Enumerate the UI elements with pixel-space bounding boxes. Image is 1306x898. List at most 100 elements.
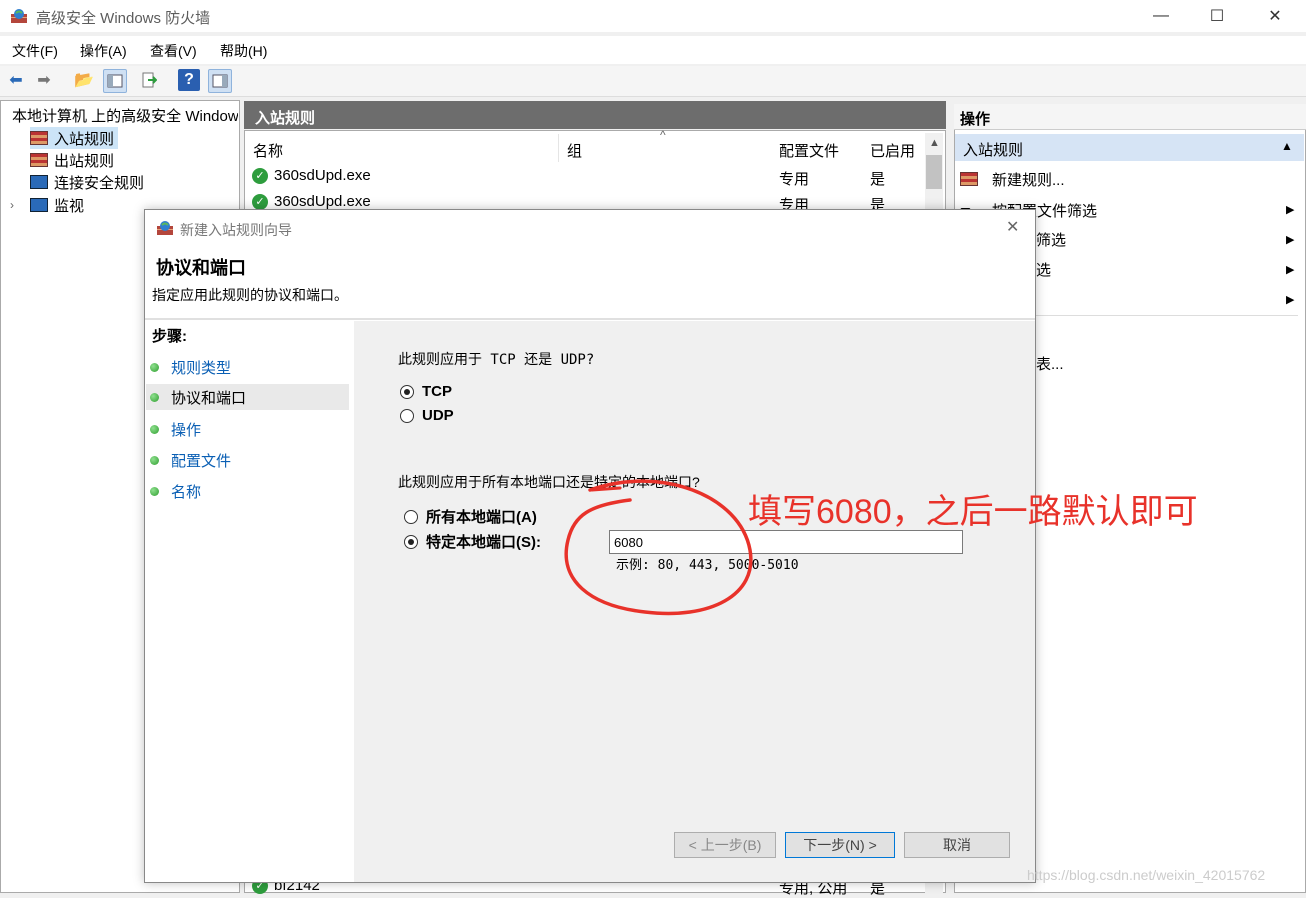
radio-all-ports-label: 所有本地端口(A) bbox=[426, 509, 537, 526]
dialog-close-icon[interactable]: ✕ bbox=[1006, 217, 1019, 237]
step-dot-icon bbox=[150, 392, 159, 402]
column-header-enabled[interactable]: 已启用 bbox=[870, 140, 915, 161]
step-label: 操作 bbox=[171, 421, 202, 439]
radio-selected-icon[interactable] bbox=[400, 384, 414, 399]
step-dot-icon bbox=[150, 455, 159, 465]
menu-view[interactable]: 查看(V) bbox=[150, 41, 197, 61]
window-title: 高级安全 Windows 防火墙 bbox=[36, 10, 211, 27]
show-hide-tree-icon[interactable] bbox=[103, 69, 127, 93]
new-rule-icon bbox=[960, 172, 978, 186]
rule-profile: 专用 bbox=[779, 171, 810, 188]
radio-udp-label: UDP bbox=[422, 407, 454, 424]
action-export-list-fragment[interactable]: 表... bbox=[1036, 353, 1064, 374]
menu-bar: 文件(F) 操作(A) 查看(V) 帮助(H) bbox=[0, 36, 1306, 64]
tree-item-inbound-rules[interactable]: 入站规则 bbox=[30, 127, 119, 149]
step-label: 名称 bbox=[171, 483, 202, 501]
step-rule-type[interactable]: 规则类型 bbox=[150, 354, 231, 380]
radio-selected-icon[interactable] bbox=[404, 534, 418, 549]
back-arrow-icon[interactable]: ⬅ bbox=[5, 69, 27, 91]
radio-unselected-icon[interactable] bbox=[400, 408, 414, 423]
enabled-check-icon: ✓ bbox=[252, 193, 268, 210]
step-profile[interactable]: 配置文件 bbox=[150, 447, 231, 473]
rule-name: 360sdUpd.exe bbox=[274, 167, 371, 184]
column-header-name[interactable]: 名称 bbox=[253, 140, 283, 161]
step-dot-icon bbox=[150, 424, 159, 434]
rule-enabled: 是 bbox=[870, 171, 886, 188]
column-header-group[interactable]: 组 bbox=[567, 140, 582, 161]
menu-file[interactable]: 文件(F) bbox=[12, 41, 58, 61]
action-new-rule[interactable]: 新建规则... bbox=[960, 168, 1065, 190]
tree-item-label: 连接安全规则 bbox=[54, 174, 145, 192]
center-pane-header: 入站规则 bbox=[244, 101, 946, 129]
header-divider bbox=[145, 318, 1035, 320]
monitoring-icon bbox=[30, 198, 48, 212]
collapse-icon[interactable]: ▲ bbox=[1281, 139, 1293, 153]
radio-specific-ports-label: 特定本地端口(S): bbox=[426, 534, 541, 551]
step-protocol-ports[interactable]: 协议和端口 bbox=[146, 384, 349, 410]
toolbar: ⬅ ➡ 📂 ? bbox=[0, 66, 1306, 97]
chevron-right-icon[interactable]: › bbox=[10, 198, 24, 212]
protocol-question: 此规则应用于 TCP 还是 UDP? bbox=[398, 352, 595, 368]
steps-title: 步骤: bbox=[152, 328, 187, 345]
sort-up-icon: ^ bbox=[660, 128, 666, 142]
menu-action[interactable]: 操作(A) bbox=[80, 41, 127, 61]
inbound-rules-icon bbox=[30, 131, 48, 145]
menu-help[interactable]: 帮助(H) bbox=[220, 41, 267, 61]
radio-udp[interactable]: UDP bbox=[400, 407, 454, 424]
wizard-firewall-icon bbox=[156, 220, 174, 236]
forward-arrow-icon[interactable]: ➡ bbox=[33, 69, 55, 91]
step-dot-icon bbox=[150, 362, 159, 372]
firewall-app-icon bbox=[10, 8, 28, 24]
actions-section-inbound[interactable]: 入站规则 ▲ bbox=[955, 134, 1304, 161]
radio-tcp-label: TCP bbox=[422, 383, 452, 400]
watermark: https://blog.csdn.net/weixin_42015762 bbox=[1027, 867, 1266, 883]
tree-item-label: 入站规则 bbox=[54, 130, 115, 148]
submenu-arrow-icon: ▶ bbox=[1286, 264, 1295, 276]
step-name[interactable]: 名称 bbox=[150, 478, 201, 504]
next-button[interactable]: 下一步(N) > bbox=[785, 832, 895, 858]
center-pane-title: 入站规则 bbox=[255, 110, 316, 127]
annotation-text: 填写6080，之后一路默认即可 bbox=[748, 493, 1198, 531]
maximize-button[interactable]: ☐ bbox=[1194, 0, 1240, 32]
scrollbar-thumb[interactable] bbox=[926, 155, 942, 189]
table-row[interactable]: ✓ 360sdUpd.exe bbox=[252, 167, 371, 184]
dialog-subheading: 指定应用此规则的协议和端口。 bbox=[152, 287, 348, 303]
column-divider bbox=[558, 134, 559, 162]
outbound-rules-icon bbox=[30, 153, 48, 167]
tree-item-outbound-rules[interactable]: 出站规则 bbox=[30, 149, 114, 171]
radio-all-ports[interactable]: 所有本地端口(A) bbox=[404, 506, 537, 527]
rule-name: 360sdUpd.exe bbox=[274, 193, 371, 210]
dialog-heading: 协议和端口 bbox=[156, 258, 246, 278]
tree-root[interactable]: 本地计算机 上的高级安全 Windows 防火墙 bbox=[6, 104, 238, 126]
export-icon[interactable] bbox=[138, 69, 160, 91]
step-label: 配置文件 bbox=[171, 452, 232, 470]
red-circle-annotation bbox=[564, 479, 753, 616]
radio-unselected-icon[interactable] bbox=[404, 509, 418, 524]
tree-root-label: 本地计算机 上的高级安全 Windows 防火墙 bbox=[12, 107, 238, 125]
tree-item-connection-security[interactable]: 连接安全规则 bbox=[30, 171, 144, 193]
step-dot-icon bbox=[150, 486, 159, 496]
step-label: 协议和端口 bbox=[171, 389, 247, 407]
radio-specific-ports[interactable]: 特定本地端口(S): bbox=[404, 531, 541, 552]
column-header-profile[interactable]: 配置文件 bbox=[779, 140, 839, 161]
actions-section-label: 入站规则 bbox=[963, 142, 1024, 159]
enabled-check-icon: ✓ bbox=[252, 167, 268, 184]
table-row[interactable]: ✓ 360sdUpd.exe bbox=[252, 193, 371, 210]
step-action[interactable]: 操作 bbox=[150, 416, 201, 442]
submenu-arrow-icon: ▶ bbox=[1286, 204, 1295, 216]
minimize-button[interactable]: — bbox=[1138, 0, 1184, 32]
scroll-up-icon[interactable]: ▲ bbox=[929, 137, 940, 149]
tree-item-monitoring[interactable]: › 监视 bbox=[10, 194, 84, 216]
actions-pane-header: 操作 bbox=[954, 104, 1306, 130]
dialog-title: 新建入站规则向导 bbox=[180, 222, 292, 238]
action-label: 新建规则... bbox=[992, 171, 1065, 189]
action-filter-by-group-fragment[interactable]: 选 bbox=[1036, 259, 1051, 280]
up-folder-icon[interactable]: 📂 bbox=[73, 69, 95, 91]
radio-tcp[interactable]: TCP bbox=[400, 383, 452, 400]
help-icon[interactable]: ? bbox=[178, 69, 200, 91]
back-button[interactable]: < 上一步(B) bbox=[674, 832, 776, 858]
action-filter-by-state-fragment[interactable]: 筛选 bbox=[1036, 229, 1066, 250]
close-button[interactable]: ✕ bbox=[1252, 0, 1298, 32]
cancel-button[interactable]: 取消 bbox=[904, 832, 1010, 858]
show-hide-action-pane-icon[interactable] bbox=[208, 69, 232, 93]
